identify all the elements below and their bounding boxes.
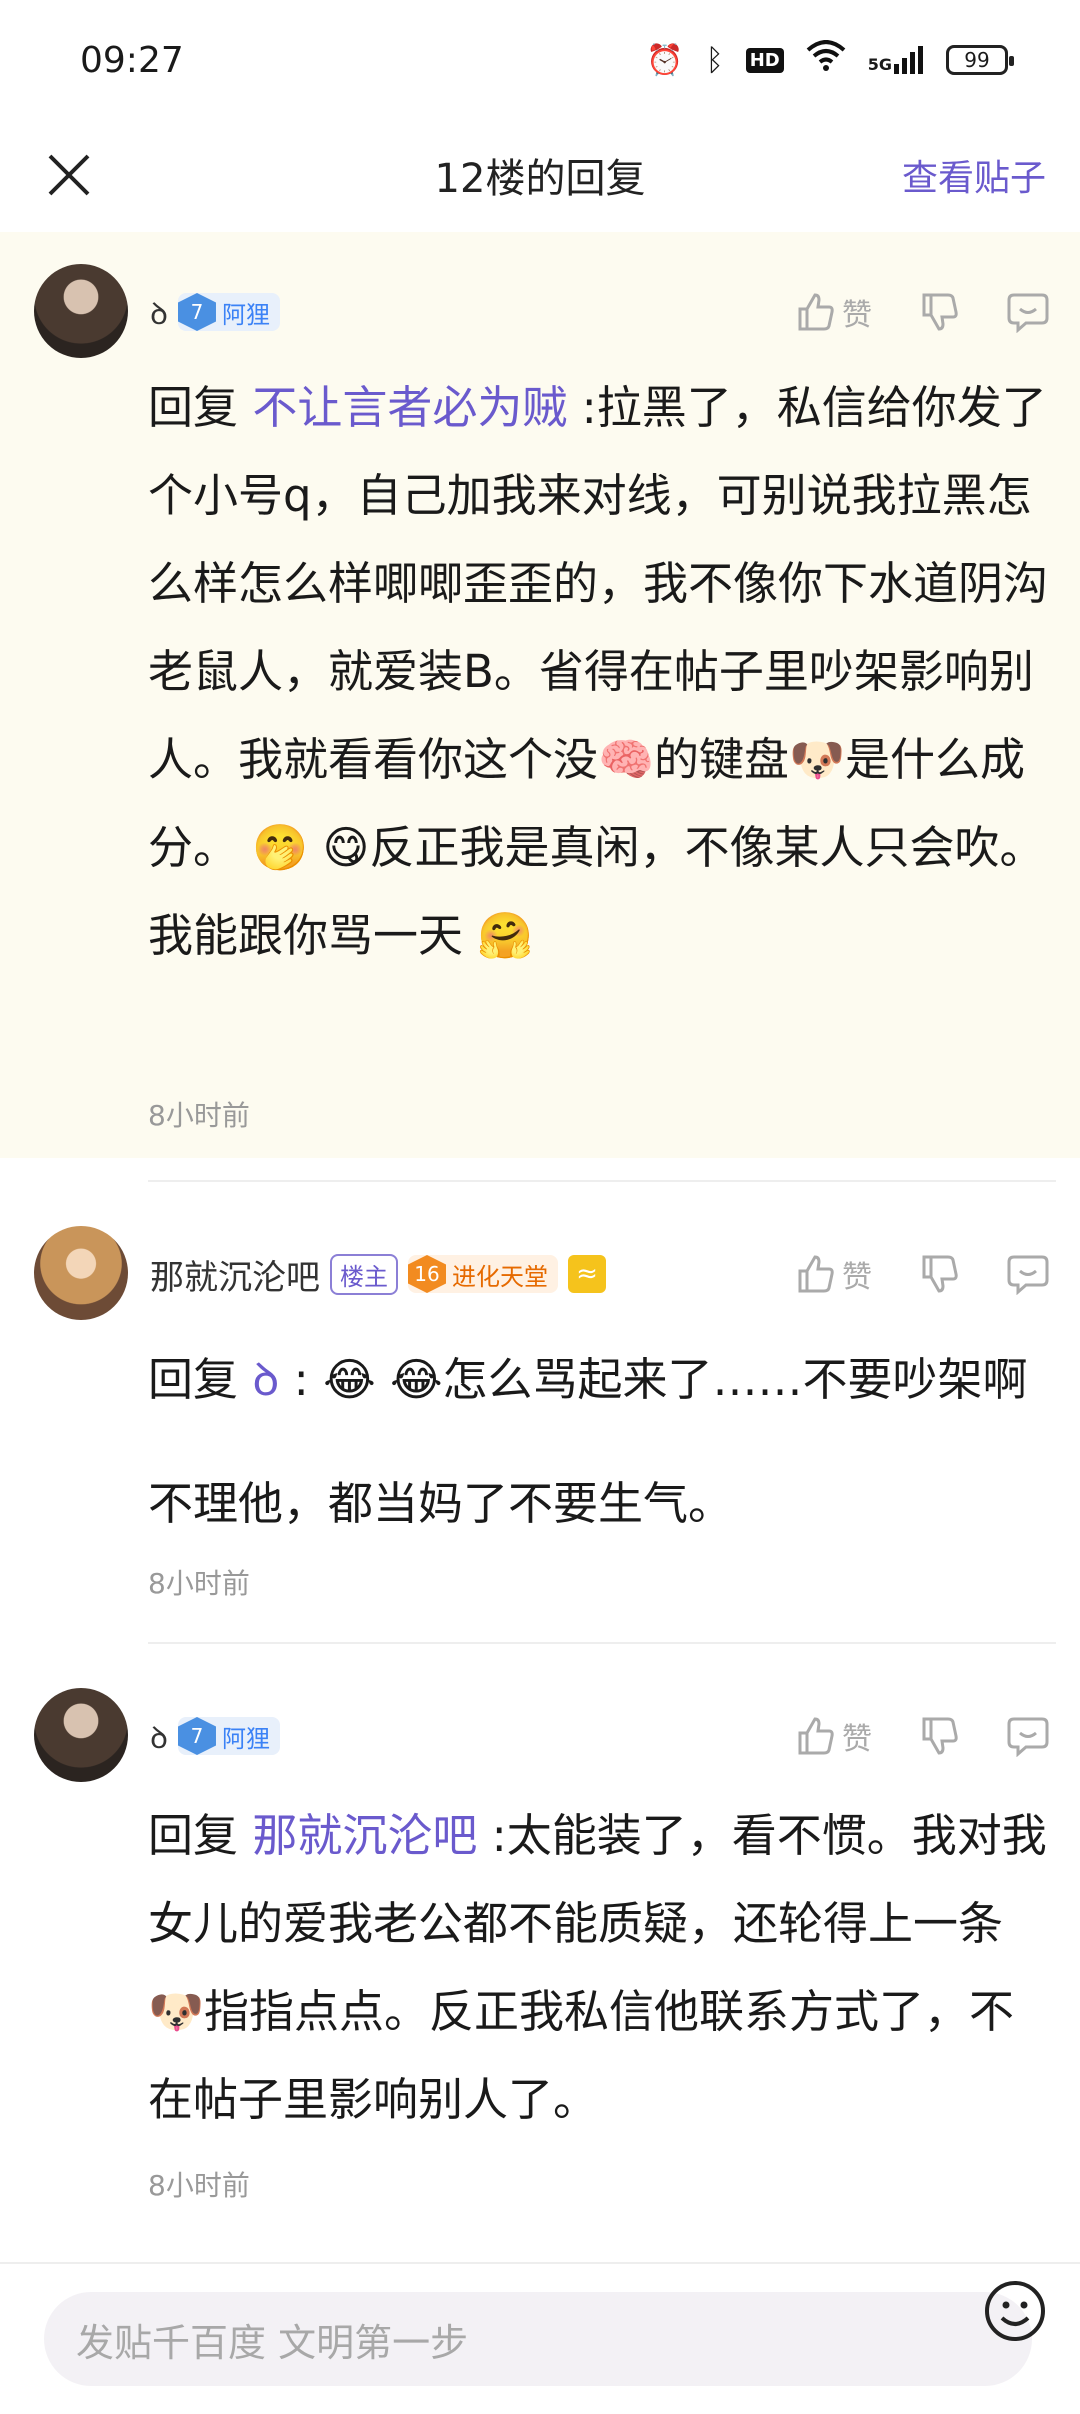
dislike-icon[interactable] xyxy=(918,291,960,333)
username[interactable]: ꝺ xyxy=(150,1716,168,1757)
reply-text: : 😂 😂怎么骂起来了……不要吵架啊不理他，都当妈了不要生气。 xyxy=(148,1353,1028,1530)
reply-text: :拉黑了，私信给你发了个小号q，自己加我来对线，可别说我拉黑怎么样怎么样唧唧歪歪… xyxy=(148,381,1049,962)
level-title: 阿狸 xyxy=(221,1724,270,1753)
status-bar: 09:27 ⏰ ᛒ HD 5G 99 xyxy=(0,0,1080,120)
level-number: 7 xyxy=(177,1717,216,1755)
level-badge: 7 阿狸 xyxy=(177,1717,280,1755)
owner-badge: 楼主 xyxy=(330,1253,398,1295)
like-icon xyxy=(798,1717,834,1755)
level-title: 阿狸 xyxy=(221,300,270,329)
reply-time: 8小时前 xyxy=(148,1567,250,1600)
like-label: 赞 xyxy=(842,298,872,333)
reply-prefix: 回复 xyxy=(148,1353,239,1406)
dislike-icon[interactable] xyxy=(918,1715,960,1757)
level-title: 进化天堂 xyxy=(452,1262,548,1291)
comment-icon[interactable] xyxy=(1006,1253,1050,1295)
like-label: 赞 xyxy=(842,1722,872,1757)
like-icon xyxy=(798,1255,834,1293)
page-title: 12楼的回复 xyxy=(434,156,646,202)
like-button[interactable]: 赞 xyxy=(794,1252,872,1296)
signal-icon: 5G xyxy=(868,46,924,74)
user-info: ꝺ 7 阿狸 xyxy=(150,1706,280,1766)
aquarius-icon: ≈ xyxy=(568,1255,606,1293)
battery-icon: 99 xyxy=(946,45,1014,75)
level-number: 16 xyxy=(408,1255,446,1293)
reply-input[interactable]: 发贴千百度 文明第一步 xyxy=(44,2292,1032,2386)
reply-mention[interactable]: 不让言者必为贼 xyxy=(252,381,567,434)
nav-bar: 12楼的回复 查看贴子 xyxy=(0,120,1080,230)
user-info: 那就沉沦吧 楼主 16 进化天堂 ≈ xyxy=(150,1244,606,1304)
user-info: ꝺ 7 阿狸 xyxy=(150,282,280,342)
username[interactable]: 那就沉沦吧 xyxy=(150,1250,320,1299)
level-badge: 16 进化天堂 xyxy=(408,1255,558,1293)
close-icon[interactable] xyxy=(42,148,96,202)
alarm-icon: ⏰ xyxy=(646,42,684,78)
status-time: 09:27 xyxy=(80,39,184,81)
reply-actions: 赞 xyxy=(794,1244,1050,1304)
hd-icon: HD xyxy=(745,47,784,73)
like-button[interactable]: 赞 xyxy=(794,290,872,334)
reply-content: 回复 那就沉沦吧 :太能装了，看不惯。我对我女儿的爱我老公都不能质疑，还轮得上一… xyxy=(148,1792,1056,2144)
reply-actions: 赞 xyxy=(794,282,1050,342)
signal-label: 5G xyxy=(867,55,892,74)
wifi-icon xyxy=(806,40,846,80)
avatar[interactable] xyxy=(34,264,128,358)
like-icon xyxy=(798,293,834,331)
reply-item: ꝺ 7 阿狸 赞 回复 那就沉沦吧 :太能装了，看不惯。我对我女儿的爱我老公都不… xyxy=(0,1644,1080,2244)
reply-mention[interactable]: ꝺ xyxy=(252,1353,279,1406)
dislike-icon[interactable] xyxy=(918,1253,960,1295)
username[interactable]: ꝺ xyxy=(150,292,168,333)
reply-content: 回复 ꝺ : 😂 😂怎么骂起来了……不要吵架啊不理他，都当妈了不要生气。 xyxy=(148,1318,1056,1566)
reply-item: 那就沉沦吧 楼主 16 进化天堂 ≈ 赞 回复 ꝺ : 😂 😂怎么骂起来了……不… xyxy=(0,1182,1080,1622)
comment-icon[interactable] xyxy=(1006,291,1050,333)
bluetooth-icon: ᛒ xyxy=(705,42,724,78)
reply-actions: 赞 xyxy=(794,1706,1050,1766)
reply-prefix: 回复 xyxy=(148,1809,239,1862)
like-label: 赞 xyxy=(842,1260,872,1295)
level-number: 7 xyxy=(177,293,216,331)
reply-mention[interactable]: 那就沉沦吧 xyxy=(252,1809,477,1862)
bottom-bar: 发贴千百度 文明第一步 xyxy=(0,2262,1080,2414)
reply-content: 回复 不让言者必为贼 :拉黑了，私信给你发了个小号q，自己加我来对线，可别说我拉… xyxy=(148,364,1056,980)
emoji-icon[interactable] xyxy=(982,2278,1048,2344)
avatar[interactable] xyxy=(34,1688,128,1782)
avatar[interactable] xyxy=(34,1226,128,1320)
reply-prefix: 回复 xyxy=(148,381,239,434)
reply-time: 8小时前 xyxy=(148,2169,250,2202)
level-badge: 7 阿狸 xyxy=(177,293,280,331)
like-button[interactable]: 赞 xyxy=(794,1714,872,1758)
view-post-link[interactable]: 查看贴子 xyxy=(902,149,1046,201)
comment-icon[interactable] xyxy=(1006,1715,1050,1757)
reply-item: ꝺ 7 阿狸 赞 回复 不让言者必为贼 :拉黑了，私信给你发了个小号q，自己加我… xyxy=(0,232,1080,1158)
reply-time: 8小时前 xyxy=(148,1099,250,1132)
status-icons: ⏰ ᛒ HD 5G 99 xyxy=(646,40,1014,80)
